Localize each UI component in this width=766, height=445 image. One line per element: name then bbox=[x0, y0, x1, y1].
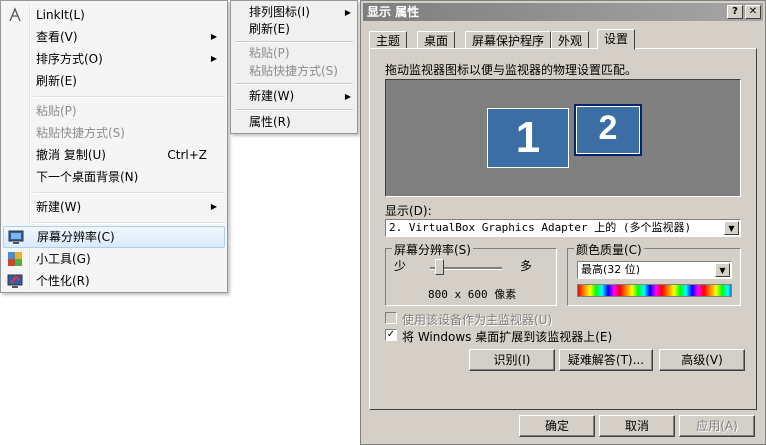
resolution-value: 800 x 600 像素 bbox=[428, 288, 517, 301]
submenu-separator bbox=[235, 83, 353, 85]
display-properties-dialog: 显示 属性 ? ✕ 主题 桌面 屏幕保护程序 外观 设置 拖动监视器图标以便与监… bbox=[360, 0, 766, 445]
submenu-item-paste: 粘贴(P) bbox=[249, 46, 290, 60]
color-quality-select[interactable]: 最高(32 位) ▼ bbox=[577, 261, 732, 279]
menu-item-paste: 粘贴(P) bbox=[36, 104, 77, 118]
tab-themes[interactable]: 主题 bbox=[369, 31, 408, 49]
tab-settings[interactable]: 设置 bbox=[597, 29, 636, 50]
primary-monitor-checkbox bbox=[385, 312, 397, 324]
display-label: 显示(D): bbox=[385, 204, 432, 218]
submenu-arrow-icon: ▶ bbox=[210, 54, 217, 63]
tab-strip: 主题 桌面 屏幕保护程序 外观 设置 bbox=[369, 29, 757, 50]
dialog-title: 显示 属性 bbox=[367, 5, 420, 19]
submenu-separator bbox=[235, 109, 353, 111]
chevron-down-icon[interactable]: ▼ bbox=[724, 221, 739, 235]
menu-item-personalize[interactable]: 个性化(R) bbox=[3, 270, 225, 292]
menu-item-screen-resolution[interactable]: 屏幕分辨率(C) bbox=[3, 226, 225, 248]
submenu-item-paste-shortcut: 粘贴快捷方式(S) bbox=[249, 64, 338, 78]
help-button[interactable]: ? bbox=[727, 5, 743, 19]
display-icon bbox=[8, 229, 24, 245]
troubleshoot-button[interactable]: 疑难解答(T)... bbox=[559, 349, 653, 371]
close-button[interactable]: ✕ bbox=[745, 5, 761, 19]
submenu-arrow-icon: ▶ bbox=[344, 92, 351, 101]
extend-desktop-checkbox[interactable]: ✓ bbox=[385, 329, 397, 341]
submenu-item-refresh[interactable]: 刷新(E) bbox=[233, 21, 355, 38]
advanced-button[interactable]: 高级(V) bbox=[659, 349, 745, 371]
tab-desktop[interactable]: 桌面 bbox=[417, 31, 456, 49]
display-select[interactable]: 2. VirtualBox Graphics Adapter 上的 (多个监视器… bbox=[385, 219, 741, 237]
resolution-group: 屏幕分辨率(S) 少 多 800 x 600 像素 bbox=[385, 241, 557, 306]
menu-item-refresh[interactable]: 刷新(E) bbox=[3, 70, 225, 92]
submenu-separator bbox=[235, 41, 353, 43]
monitor-arrangement-area: 1 2 bbox=[385, 79, 741, 197]
primary-monitor-label: 使用该设备作为主监视器(U) bbox=[402, 313, 553, 327]
submenu-item-properties[interactable]: 属性(R) bbox=[233, 114, 355, 131]
tab-appearance[interactable]: 外观 bbox=[551, 31, 590, 49]
resolution-group-label: 屏幕分辨率(S) bbox=[392, 241, 473, 258]
submenu-item-arrange-icons[interactable]: 排列图标(I) ▶ bbox=[233, 4, 355, 21]
menu-item-paste-shortcut: 粘贴快捷方式(S) bbox=[36, 126, 125, 140]
menu-item-next-background[interactable]: 下一个桌面背景(N) bbox=[3, 166, 225, 188]
tab-screensaver[interactable]: 屏幕保护程序 bbox=[465, 31, 552, 49]
menu-item-new[interactable]: 新建(W) ▶ bbox=[3, 196, 225, 218]
dialog-titlebar[interactable]: 显示 属性 ? ✕ bbox=[363, 3, 763, 21]
menu-item-sort-by[interactable]: 排序方式(O) ▶ bbox=[3, 48, 225, 70]
menu-item-undo-copy[interactable]: 撤消 复制(U) Ctrl+Z bbox=[3, 144, 225, 166]
instruction-text: 拖动监视器图标以便与监视器的物理设置匹配。 bbox=[385, 63, 638, 77]
color-quality-group: 颜色质量(C) 最高(32 位) ▼ bbox=[567, 241, 741, 306]
menu-item-linkit[interactable]: LinkIt(L) bbox=[3, 4, 225, 26]
accelerator-label: Ctrl+Z bbox=[167, 148, 207, 162]
personalize-icon bbox=[7, 273, 23, 289]
menu-item-view[interactable]: 查看(V) ▶ bbox=[3, 26, 225, 48]
monitor-1[interactable]: 1 bbox=[487, 108, 569, 168]
extend-desktop-label: 将 Windows 桌面扩展到该监视器上(E) bbox=[402, 330, 613, 344]
submenu-arrow-icon: ▶ bbox=[210, 202, 217, 211]
identify-button[interactable]: 识别(I) bbox=[469, 349, 555, 371]
color-spectrum-bar bbox=[577, 284, 732, 297]
color-quality-group-label: 颜色质量(C) bbox=[574, 241, 644, 258]
submenu-arrow-icon: ▶ bbox=[210, 32, 217, 41]
menu-separator bbox=[33, 192, 225, 194]
gadgets-icon bbox=[7, 251, 23, 267]
resolution-max-label: 多 bbox=[520, 259, 533, 273]
legacy-desktop-submenu: 排列图标(I) ▶ 刷新(E) 粘贴(P) 粘贴快捷方式(S) 新建(W) ▶ … bbox=[230, 0, 358, 134]
resolution-min-label: 少 bbox=[394, 259, 407, 273]
menu-item-gadgets[interactable]: 小工具(G) bbox=[3, 248, 225, 270]
ok-button[interactable]: 确定 bbox=[519, 415, 595, 437]
menu-separator bbox=[33, 96, 225, 98]
submenu-item-new[interactable]: 新建(W) ▶ bbox=[233, 88, 355, 105]
cancel-button[interactable]: 取消 bbox=[599, 415, 675, 437]
linkit-icon bbox=[7, 7, 23, 23]
apply-button: 应用(A) bbox=[679, 415, 755, 437]
menu-separator bbox=[33, 222, 225, 224]
desktop-context-menu: LinkIt(L) 查看(V) ▶ 排序方式(O) ▶ 刷新(E) 粘贴(P) … bbox=[0, 0, 228, 293]
monitor-2[interactable]: 2 bbox=[574, 104, 642, 156]
resolution-slider-thumb[interactable] bbox=[435, 259, 444, 275]
chevron-down-icon[interactable]: ▼ bbox=[715, 263, 730, 277]
submenu-arrow-icon: ▶ bbox=[344, 8, 351, 17]
